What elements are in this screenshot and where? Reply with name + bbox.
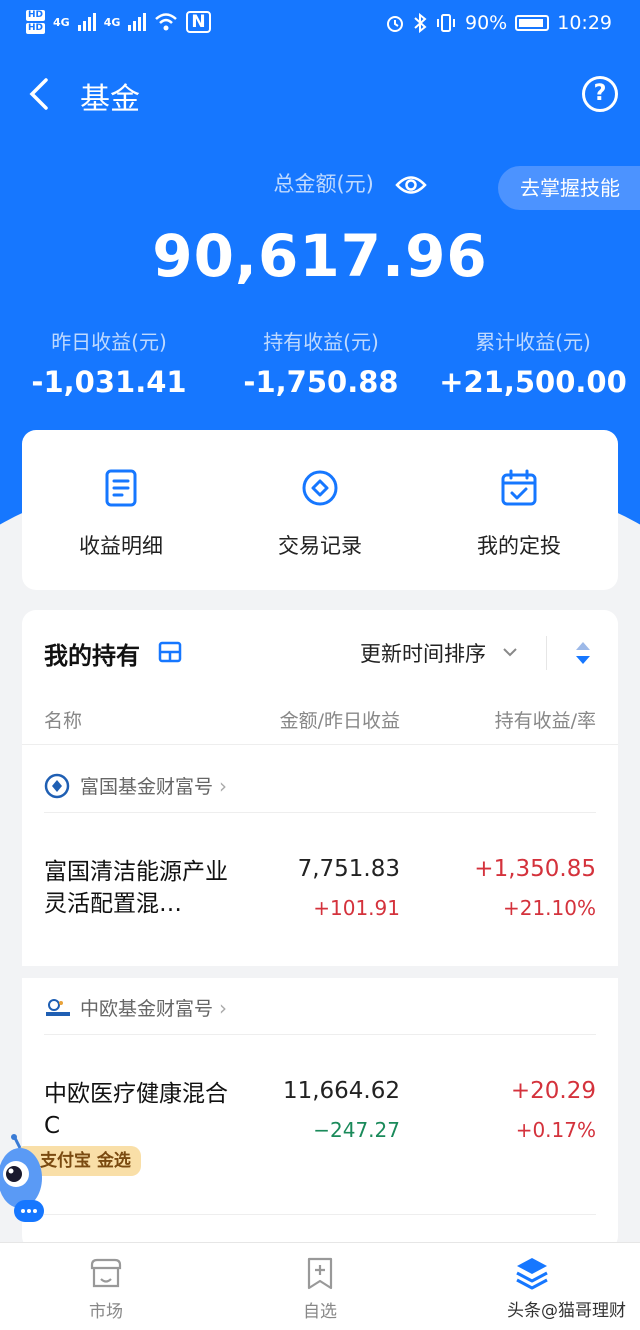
- market-icon: [90, 1258, 122, 1288]
- fund-yesterday-profit: −247.27: [313, 1118, 400, 1142]
- total-label: 总金额(元): [273, 172, 374, 196]
- zhongou-logo-icon: [46, 998, 70, 1016]
- clock: 10:29: [557, 12, 612, 34]
- issuer-link[interactable]: 富国基金财富号 ›: [44, 772, 227, 799]
- tab-label: 市场: [89, 1302, 123, 1322]
- auto-invest-button[interactable]: 我的定投: [420, 468, 618, 560]
- signal-icon-2: [128, 13, 147, 31]
- bluetooth-icon: [414, 13, 427, 33]
- network-label: 4G: [53, 15, 70, 29]
- stat-label: 昨日收益(元): [51, 330, 167, 354]
- vibrate-icon: [437, 14, 455, 32]
- column-headers: 名称 金额/昨日收益 持有收益/率: [22, 706, 618, 746]
- nav-bar: 基金 ?: [0, 62, 640, 126]
- tab-market[interactable]: 市场: [46, 1255, 166, 1322]
- stat-label: 累计收益(元): [475, 330, 591, 354]
- wifi-icon: [155, 13, 178, 31]
- column-profit: 持有收益/率: [494, 710, 596, 732]
- fullgoal-logo-icon: [44, 773, 70, 798]
- divider: [44, 812, 596, 813]
- profit-stats: 昨日收益(元) -1,031.41 持有收益(元) -1,750.88 累计收益…: [0, 326, 640, 416]
- battery-percent: 90%: [465, 12, 508, 34]
- tab-holdings[interactable]: [472, 1255, 592, 1297]
- grid-view-icon[interactable]: [158, 640, 182, 664]
- watermark: 头条@猫哥理财: [507, 1301, 626, 1321]
- skill-tag-button[interactable]: 去掌握技能: [498, 166, 640, 210]
- issuer-name: 中欧基金财富号: [80, 998, 214, 1020]
- fund-hold-rate: +0.17%: [515, 1118, 596, 1142]
- alarm-icon: [387, 16, 403, 32]
- fund-amount: 11,664.62: [282, 1078, 400, 1104]
- add-favorite-icon: [307, 1257, 333, 1290]
- stat-label: 持有收益(元): [263, 330, 379, 354]
- signal-icon: [77, 13, 96, 31]
- fund-name: 中欧医疗健康混合C: [44, 1081, 228, 1139]
- sort-dropdown[interactable]: 更新时间排序: [360, 638, 486, 668]
- divider: [44, 1034, 596, 1035]
- assistant-mascot-icon[interactable]: [0, 1134, 50, 1226]
- network-label-2: 4G: [103, 15, 121, 29]
- stat-value: -1,031.41: [31, 365, 187, 399]
- tab-label: 自选: [303, 1302, 337, 1322]
- holdings-title: 我的持有: [44, 642, 140, 670]
- calendar-check-icon: [501, 469, 537, 506]
- layers-icon: [516, 1258, 548, 1290]
- issuer-name: 富国基金财富号: [80, 776, 214, 798]
- chevron-down-icon[interactable]: [502, 646, 518, 658]
- quick-action-label: 交易记录: [278, 534, 362, 558]
- document-icon: [105, 469, 137, 507]
- divider: [44, 1214, 596, 1215]
- hd-icon: HD HD: [26, 10, 46, 34]
- stat-holding[interactable]: 持有收益(元) -1,750.88: [216, 326, 426, 399]
- divider: [22, 744, 618, 745]
- stat-cumulative[interactable]: 累计收益(元) +21,500.00: [428, 326, 638, 399]
- quick-actions-card: 收益明细 交易记录 我的定投: [22, 430, 618, 590]
- trade-record-button[interactable]: 交易记录: [221, 468, 419, 560]
- issuer-link[interactable]: 中欧基金财富号 ›: [44, 994, 227, 1021]
- total-amount: 90,617.96: [152, 222, 488, 290]
- income-detail-button[interactable]: 收益明细: [22, 468, 220, 560]
- diamond-circle-icon: [302, 470, 338, 506]
- nfc-icon: N: [186, 11, 211, 33]
- quick-action-label: 我的定投: [477, 534, 561, 558]
- chevron-left-icon[interactable]: [26, 76, 56, 112]
- question-circle-icon[interactable]: ?: [582, 76, 618, 112]
- column-name: 名称: [44, 710, 83, 732]
- fund-hold-rate: +21.10%: [502, 896, 596, 920]
- page: HD HD 4G 4G N 90% 10:29 基金 ? 总金额(元) 去掌握技能…: [0, 0, 640, 1330]
- fund-hold-profit: +1,350.85: [474, 856, 596, 882]
- fund-hold-profit: +20.29: [510, 1078, 596, 1104]
- chevron-right-icon: ›: [219, 995, 228, 1020]
- status-bar: HD HD 4G 4G N 90% 10:29: [0, 0, 640, 50]
- stat-yesterday[interactable]: 昨日收益(元) -1,031.41: [4, 326, 214, 399]
- stat-value: +21,500.00: [439, 365, 627, 399]
- fund-amount: 7,751.83: [297, 856, 400, 882]
- stat-value: -1,750.88: [243, 365, 399, 399]
- eye-icon[interactable]: [394, 174, 427, 196]
- divider: [546, 636, 547, 670]
- column-amount: 金额/昨日收益: [279, 710, 400, 732]
- status-right: 90% 10:29: [385, 12, 612, 34]
- chevron-right-icon: ›: [219, 773, 228, 798]
- status-left: HD HD 4G 4G N: [26, 10, 211, 34]
- fund-yesterday-profit: +101.91: [313, 896, 400, 920]
- fund-row[interactable]: 富国清洁能源产业灵活配置混… 7,751.83 +101.91 +1,350.8…: [22, 856, 618, 966]
- fund-name: 富国清洁能源产业灵活配置混…: [44, 859, 228, 917]
- sort-order-icon[interactable]: [574, 640, 592, 666]
- tab-favorites[interactable]: 自选: [260, 1255, 380, 1322]
- quick-action-label: 收益明细: [79, 534, 163, 558]
- page-title: 基金: [80, 82, 140, 117]
- battery-icon: [515, 15, 550, 31]
- group-separator: [22, 966, 618, 978]
